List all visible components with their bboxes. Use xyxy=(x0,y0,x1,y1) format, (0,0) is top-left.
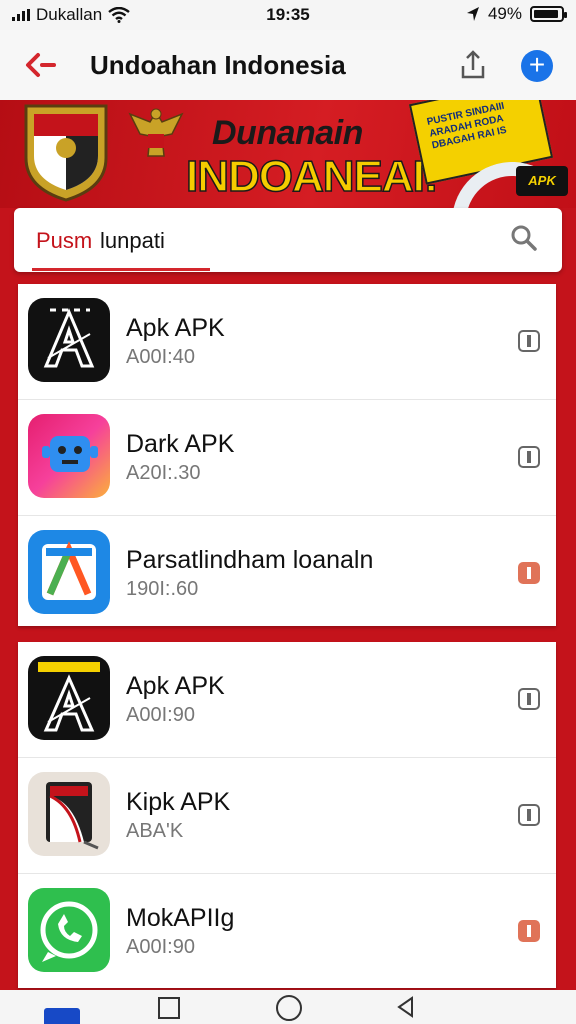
app-meta: A00I:90 xyxy=(126,704,195,726)
list-item[interactable]: Kipk APK ABA'K xyxy=(18,758,556,874)
search-input[interactable] xyxy=(98,220,502,262)
info-button[interactable] xyxy=(518,330,540,352)
app-meta: A00I:40 xyxy=(126,346,195,368)
system-nav-bar xyxy=(0,990,576,1024)
app-list-secondary: Apk APK A00I:90 Kipk APK ABA'K MokAPIIg … xyxy=(18,642,556,988)
location-icon xyxy=(466,7,479,21)
app-meta: 190I:.60 xyxy=(126,578,199,600)
list-item[interactable]: Parsatlindham loanaln 190I:.60 xyxy=(18,516,556,631)
app-name: Apk APK xyxy=(126,314,225,342)
share-icon[interactable] xyxy=(456,48,490,82)
book-icon xyxy=(28,772,110,856)
info-button[interactable] xyxy=(518,446,540,468)
banner-title-line2: INDOANEAI! xyxy=(185,151,439,202)
add-button[interactable]: + xyxy=(521,50,553,82)
battery-icon xyxy=(530,6,567,22)
app-name: Parsatlindham loanaln xyxy=(126,546,374,574)
list-item[interactable]: Dark APK A20I:.30 xyxy=(18,400,556,516)
search-underline xyxy=(32,268,210,271)
info-button[interactable] xyxy=(518,920,540,942)
back-arrow-icon[interactable] xyxy=(22,50,58,80)
list-item[interactable]: Apk APK A00I:40 xyxy=(18,284,556,400)
chat-icon xyxy=(28,888,110,972)
info-button[interactable] xyxy=(518,688,540,710)
garuda-emblem-icon xyxy=(128,108,184,157)
app-meta: A00I:90 xyxy=(126,936,195,958)
plus-icon: + xyxy=(528,49,546,80)
robot-face-icon xyxy=(28,414,110,498)
list-item[interactable]: MokAPIIg A00I:90 xyxy=(18,874,556,989)
app-meta: A20I:.30 xyxy=(126,462,201,484)
shield-emblem-icon xyxy=(24,104,108,202)
apk-badge: APK xyxy=(516,166,568,196)
battery-percent: 49% xyxy=(487,4,522,23)
app-meta: ABA'K xyxy=(126,820,184,842)
a-gradient-icon xyxy=(28,530,110,614)
search-bar: Pusm xyxy=(14,208,562,272)
banner-title-line1: Dunanain xyxy=(212,114,363,152)
search-prefix: Pusm xyxy=(36,228,93,253)
info-button[interactable] xyxy=(518,804,540,826)
list-item[interactable]: Apk APK A00I:90 xyxy=(18,642,556,758)
promo-banner[interactable]: Dunanain INDOANEAI! PUSTIR SINDAIII ARAD… xyxy=(0,100,576,208)
app-tab-icon xyxy=(44,1008,80,1024)
a-logo-icon xyxy=(28,656,110,740)
info-button[interactable] xyxy=(518,562,540,584)
app-header: Undoahan Indonesia + xyxy=(0,30,576,101)
home-icon[interactable] xyxy=(276,995,302,1021)
search-icon[interactable] xyxy=(510,224,538,252)
a-logo-icon xyxy=(28,298,110,382)
recent-apps-icon[interactable] xyxy=(158,997,180,1019)
app-name: Kipk APK xyxy=(126,788,231,816)
app-name: Apk APK xyxy=(126,672,225,700)
status-right: 49% xyxy=(466,4,567,24)
status-bar: Dukallan 19:35 49% xyxy=(0,0,576,30)
app-name: MokAPIIg xyxy=(126,904,235,932)
page-title: Undoahan Indonesia xyxy=(90,50,346,80)
app-list-primary: Apk APK A00I:40 Dark APK A20I:.30 Parsat… xyxy=(18,284,556,626)
app-name: Dark APK xyxy=(126,430,235,458)
back-icon[interactable] xyxy=(394,995,418,1019)
